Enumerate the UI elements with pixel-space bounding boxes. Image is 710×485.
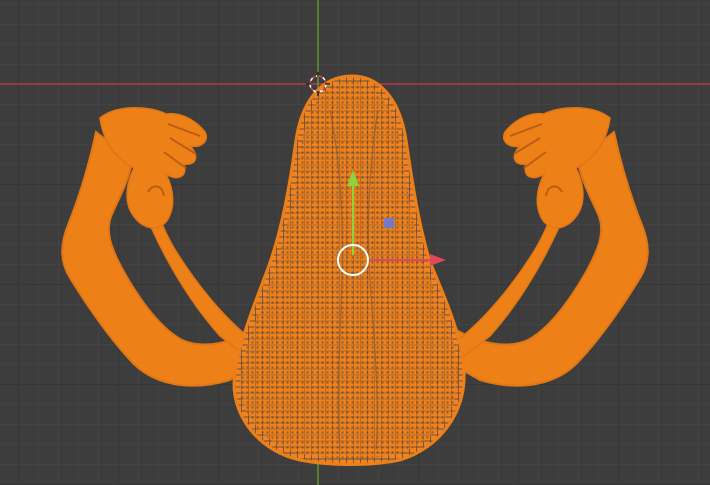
- gizmo-x-arrow-icon[interactable]: [430, 254, 446, 266]
- selected-mesh[interactable]: [61, 74, 649, 466]
- gizmo-plane-handle-icon[interactable]: [384, 218, 394, 228]
- 3d-viewport[interactable]: [0, 0, 710, 485]
- viewport-canvas[interactable]: [0, 0, 710, 485]
